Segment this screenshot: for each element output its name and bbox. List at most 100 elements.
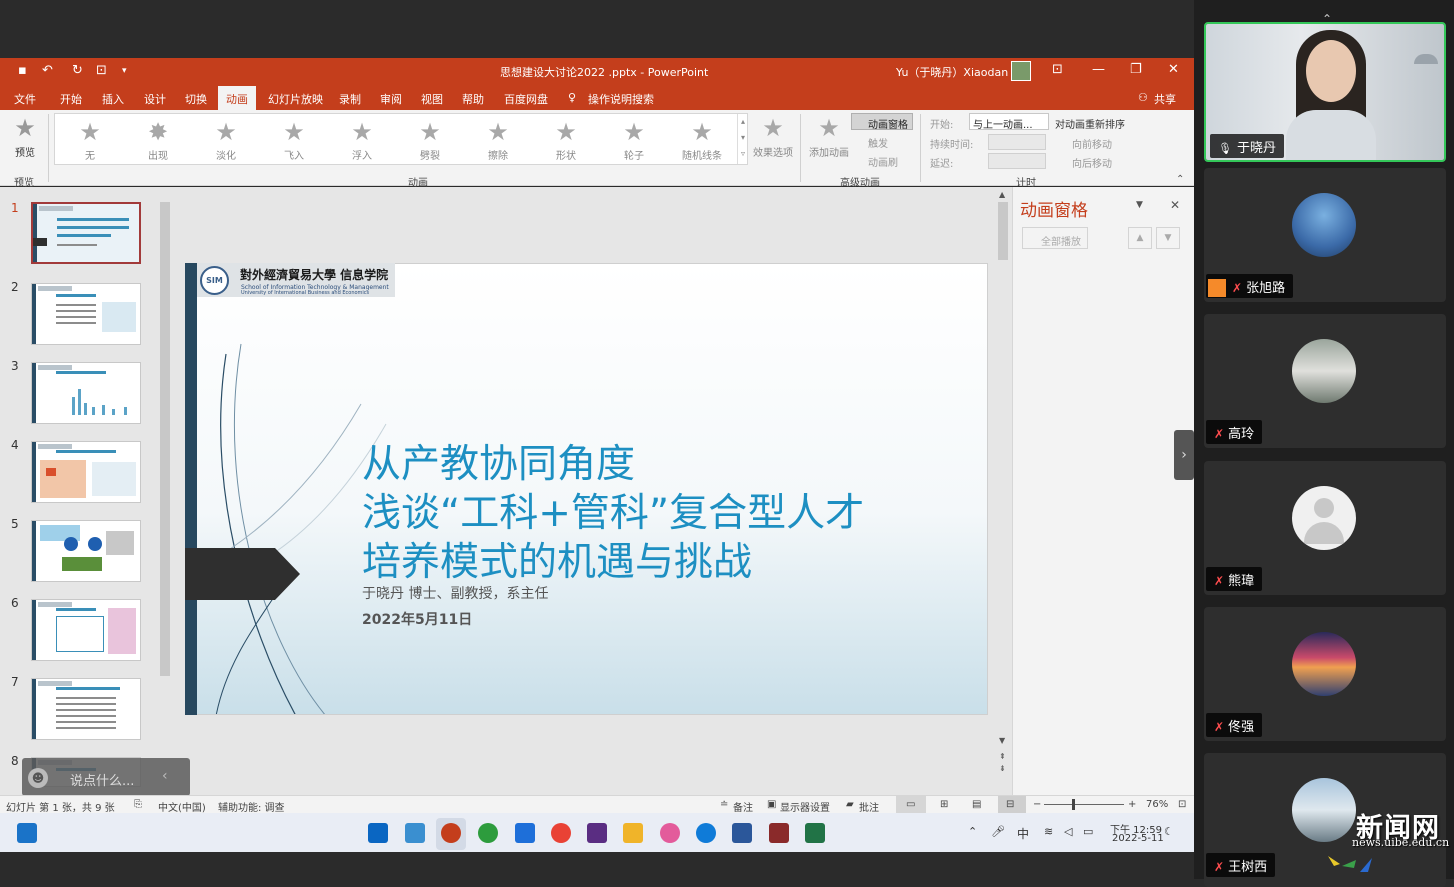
tab-slideshow[interactable]: 幻灯片放映 [268,91,323,107]
tab-baidu[interactable]: 百度网盘 [504,91,548,107]
excel-icon[interactable] [805,823,825,843]
animation-pane-button[interactable]: 动画窗格 [851,113,913,131]
slide-date[interactable]: 2022年5月11日 [362,609,472,629]
user-name[interactable]: Yu（于晓丹）Xiaodan [896,64,1008,80]
share-icon[interactable]: ⚇ [1138,91,1148,104]
comments-button[interactable]: 批注 [859,799,879,814]
customize-toolbar-icon[interactable]: ▾ [122,66,127,76]
scroll-down-icon[interactable]: ▼ [999,736,1005,745]
start-select[interactable]: 与上一动画... [969,113,1049,131]
gallery-scroll-icon[interactable]: ▴ ▾ ▿ [737,114,748,164]
move-up-icon[interactable]: ▲ [1128,227,1152,249]
participant-tile-1[interactable]: 🎙︎ 于晓丹 [1204,22,1446,162]
microphone-icon[interactable]: 🎤︎ [991,825,1005,838]
ribbon-display-icon[interactable]: ⊡ [1052,62,1063,77]
notification-icon[interactable]: ☾ [1164,825,1174,838]
slide-thumbnail-1[interactable] [31,202,141,264]
participant-tile-4[interactable]: ✗ 熊瑋 [1204,461,1446,595]
redo-icon[interactable]: ↻ [72,63,83,78]
move-down-icon[interactable]: ▼ [1156,227,1180,249]
move-earlier-button[interactable]: 向前移动 [1060,136,1112,151]
tab-file[interactable]: 文件 [14,91,36,107]
play-all-button[interactable]: 全部播放 [1022,227,1088,249]
expand-panel-button[interactable]: › [1174,430,1194,480]
zoom-out-icon[interactable]: − [1033,799,1041,810]
restore-icon[interactable]: ❐ [1130,62,1142,77]
slide-scroll-thumb[interactable] [998,202,1008,260]
devcpp-icon[interactable] [587,823,607,843]
thumbnail-scroll-thumb[interactable] [160,202,170,676]
slide-thumbnail-2[interactable] [31,283,141,345]
slide-title-line-1[interactable]: 从产教协同角度 [362,433,635,489]
display-icon[interactable]: ▣ [767,799,776,810]
anim-wheel[interactable]: 轮子 [609,147,659,162]
wifi-icon[interactable]: ≋ [1044,825,1053,838]
zoom-level[interactable]: 76% [1146,799,1168,810]
pane-close-icon[interactable]: ✕ [1170,198,1180,212]
desktop-icon[interactable] [405,823,425,843]
tab-animations[interactable]: 动画 [218,86,256,110]
anim-appear-icon[interactable]: ✸ [133,118,183,146]
spellcheck-icon[interactable]: ⎘ [134,799,142,810]
battery-icon[interactable]: ▭ [1083,825,1093,838]
tab-insert[interactable]: 插入 [102,91,124,107]
zoom-slider-thumb[interactable] [1072,799,1075,810]
slide-thumbnail-6[interactable] [31,599,141,661]
notes-button[interactable]: 备注 [733,799,753,814]
clock-date[interactable]: 2022-5-11 [1112,833,1164,844]
effect-options-button[interactable]: 效果选项 [748,144,798,159]
collapse-ribbon-icon[interactable]: ⌃ [1176,174,1184,185]
ie-icon[interactable] [478,823,498,843]
word-icon[interactable] [732,823,752,843]
tab-review[interactable]: 审阅 [380,91,402,107]
emoji-icon[interactable]: ☻ [28,768,48,788]
tab-record[interactable]: 录制 [339,91,361,107]
pane-options-icon[interactable]: ▼ [1136,200,1143,210]
winrar-icon[interactable] [769,823,789,843]
anim-none[interactable]: 无 [65,147,115,162]
anim-shape[interactable]: 形状 [541,147,591,162]
comments-icon[interactable]: ▰ [846,799,854,810]
slide-subtitle[interactable]: 于晓丹 博士、副教授，系主任 [362,583,548,603]
lightbulb-icon[interactable]: ♀ [568,91,576,104]
anim-fade[interactable]: 淡化 [201,147,251,162]
slide-title-line-2[interactable]: 浅谈“工科+管科”复合型人才 [362,482,864,538]
delay-input[interactable] [988,153,1046,169]
move-later-button[interactable]: 向后移动 [1060,155,1112,170]
meeting-icon[interactable] [515,823,535,843]
powerpoint-icon[interactable] [441,823,461,843]
minimize-icon[interactable]: — [1092,62,1105,77]
slide-thumbnail-4[interactable] [31,441,141,503]
tray-chevron-icon[interactable]: ⌃ [968,825,977,838]
preview-button[interactable]: 预览 [0,144,50,159]
share-button[interactable]: 共享 [1154,91,1176,107]
chrome-icon[interactable] [551,823,571,843]
chat-input[interactable]: ☻ 说点什么... ‹ [22,758,190,796]
close-icon[interactable]: ✕ [1168,62,1179,77]
effect-options-icon[interactable]: ★ [748,114,798,142]
anim-fade-icon[interactable]: ★ [201,118,251,146]
accessibility-status[interactable]: 辅助功能: 调查 [218,799,285,814]
language-status[interactable]: 中文(中国) [158,799,206,814]
slide-thumbnail-7[interactable] [31,678,141,740]
anim-wipe-icon[interactable]: ★ [473,118,523,146]
slide-thumbnail-3[interactable] [31,362,141,424]
anim-random-bars-icon[interactable]: ★ [677,118,727,146]
preview-star-icon[interactable]: ★ [0,114,50,142]
zoom-slider[interactable] [1044,804,1124,805]
present-icon[interactable]: ⊡ [96,63,107,78]
participant-tile-5[interactable]: ✗ 佟强 [1204,607,1446,741]
next-slide-icon[interactable]: ⇟ [999,764,1006,773]
animation-painter-button[interactable]: 动画刷 [856,154,898,169]
tab-help[interactable]: 帮助 [462,91,484,107]
fit-slide-icon[interactable]: ⊡ [1178,799,1186,810]
participant-tile-3[interactable]: ✗ 高玲 [1204,314,1446,448]
avatar[interactable] [1011,61,1031,81]
prev-slide-icon[interactable]: ⇞ [999,752,1006,761]
anim-split-icon[interactable]: ★ [405,118,455,146]
anim-random-bars[interactable]: 随机线条 [677,147,727,162]
volume-icon[interactable]: ◁ [1064,825,1072,838]
duration-input[interactable] [988,134,1046,150]
anim-shape-icon[interactable]: ★ [541,118,591,146]
zoom-in-icon[interactable]: + [1128,799,1136,810]
